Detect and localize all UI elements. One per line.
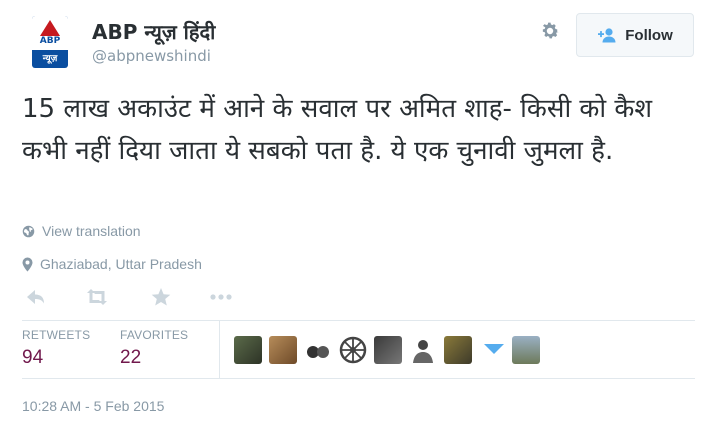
favorites-count: 22 (120, 347, 142, 368)
user-avatar[interactable] (512, 336, 540, 364)
view-translation-label: View translation (42, 223, 141, 239)
follow-label: Follow (625, 26, 673, 44)
avatar-row (234, 336, 554, 366)
tweet-stats: RETWEETS 94 FAVORITES 22 (22, 320, 695, 378)
stats-separator (219, 320, 220, 378)
retweets-stat[interactable]: RETWEETS 94 (22, 328, 90, 369)
view-translation-link[interactable]: View translation (22, 223, 141, 239)
follow-button[interactable]: Follow (576, 13, 694, 57)
tweet-location[interactable]: Ghaziabad, Uttar Pradesh (22, 256, 202, 272)
avatar-logo-top: ABP (32, 16, 68, 50)
retweet-icon[interactable] (82, 284, 112, 310)
reply-icon[interactable] (22, 284, 52, 310)
tweet-actions (22, 284, 322, 310)
add-user-icon (598, 28, 616, 43)
tweet-text: 15 लाख अकाउंट में आने के सवाल पर अमित शा… (22, 94, 653, 166)
user-avatar[interactable] (409, 336, 437, 364)
favorites-label: FAVORITES (120, 328, 189, 342)
user-avatar[interactable] (339, 336, 367, 364)
avatar-graphic (307, 346, 329, 358)
avatar-logo-triangle (40, 20, 60, 36)
location-pin-icon (22, 257, 33, 271)
avatar-logo-abp: ABP (39, 36, 61, 46)
tweet-card: ABP न्यूज़ ABP न्यूज़ हिंदी @abpnewshind… (0, 0, 719, 426)
star-icon[interactable] (146, 284, 176, 310)
wheel-icon (339, 336, 367, 364)
favorites-stat[interactable]: FAVORITES 22 (120, 328, 188, 369)
account-name[interactable]: ABP न्यूज़ हिंदी (92, 18, 215, 45)
avatar[interactable]: ABP न्यूज़ (32, 16, 68, 68)
user-avatar[interactable] (269, 336, 297, 364)
more-icon[interactable] (206, 284, 236, 310)
tweet-header: ABP न्यूज़ ABP न्यूज़ हिंदी @abpnewshind… (22, 13, 702, 74)
divider-bottom (22, 378, 695, 379)
retweets-count: 94 (22, 347, 44, 368)
chevron-down-icon[interactable] (484, 344, 504, 354)
location-label: Ghaziabad, Uttar Pradesh (40, 256, 202, 272)
gear-icon[interactable] (539, 20, 561, 42)
account-handle[interactable]: @abpnewshindi (92, 47, 211, 65)
globe-icon (22, 225, 35, 237)
avatar-logo-hindi: न्यूज़ (42, 54, 58, 64)
retweets-label: RETWEETS (22, 328, 91, 342)
avatar-graphic (413, 340, 433, 363)
user-avatar[interactable] (374, 336, 402, 364)
user-avatar[interactable] (234, 336, 262, 364)
user-avatar[interactable] (304, 336, 332, 364)
tweet-timestamp[interactable]: 10:28 AM - 5 Feb 2015 (22, 398, 164, 414)
user-avatar[interactable] (444, 336, 472, 364)
